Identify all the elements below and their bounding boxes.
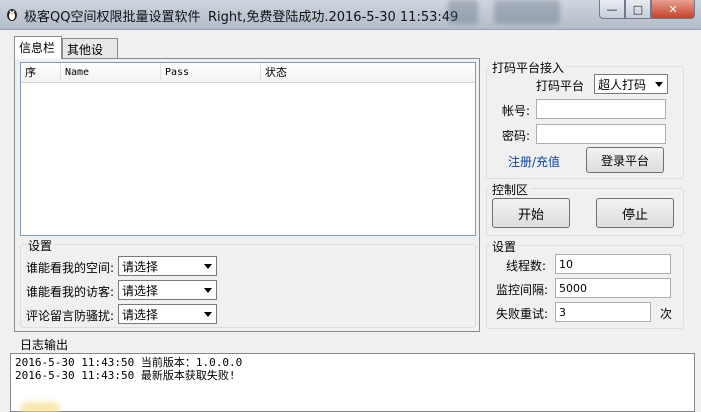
- list-header: 序 Name Pass 状态: [21, 63, 475, 83]
- interval-input[interactable]: 5000: [555, 278, 671, 298]
- chevron-down-icon: [204, 312, 212, 317]
- tab-info-label: 信息栏: [19, 41, 56, 55]
- log-output[interactable]: 2016-5-30 11:43:50 当前版本：1.0.0.0 2016-5-3…: [10, 353, 695, 412]
- privacy-label-visitors: 谁能看我的访客:: [26, 285, 115, 299]
- title-bar: 极客QQ空间权限批量设置软件 Right,免费登陆成功.2016-5-30 11…: [0, 0, 701, 30]
- blurred-overlay: [20, 402, 60, 412]
- captcha-group-title: 打码平台接入: [490, 59, 567, 76]
- blurred-taskbar-item: [494, 0, 560, 24]
- close-icon: ✕: [668, 2, 678, 16]
- comment-antispam-value: 请选择: [122, 308, 159, 322]
- start-label: 开始: [517, 207, 544, 223]
- maximize-button[interactable]: □: [625, 0, 651, 19]
- privacy-label-comments: 评论留言防骚扰:: [26, 309, 115, 323]
- retry-input[interactable]: 3: [555, 302, 651, 322]
- password-label: 密码:: [502, 129, 531, 143]
- comment-antispam-select[interactable]: 请选择: [118, 304, 217, 324]
- control-group-title: 控制区: [490, 181, 531, 198]
- chevron-down-icon: [655, 82, 663, 87]
- platform-label: 打码平台: [536, 79, 585, 93]
- privacy-label-space: 谁能看我的空间:: [26, 261, 115, 275]
- login-platform-button[interactable]: 登录平台: [586, 147, 664, 173]
- chevron-down-icon: [204, 264, 212, 269]
- login-platform-label: 登录平台: [600, 153, 649, 168]
- tab-info[interactable]: 信息栏: [14, 36, 62, 59]
- interval-label: 监控间隔:: [496, 283, 549, 297]
- log-title: 日志输出: [18, 336, 71, 353]
- column-name[interactable]: Name: [61, 63, 161, 83]
- retry-label: 失败重试:: [496, 307, 549, 321]
- visitor-visibility-select[interactable]: 请选择: [118, 280, 217, 300]
- threads-input[interactable]: 10: [555, 254, 671, 274]
- column-pass[interactable]: Pass: [161, 63, 261, 83]
- column-index[interactable]: 序: [21, 63, 61, 83]
- login-status: Right,免费登陆成功.2016-5-30 11:53:49: [208, 10, 459, 25]
- account-list[interactable]: 序 Name Pass 状态: [20, 62, 476, 236]
- minimize-button[interactable]: —: [599, 0, 625, 19]
- tab-other-settings[interactable]: 其他设置: [62, 38, 118, 74]
- stop-label: 停止: [621, 207, 648, 223]
- column-status[interactable]: 状态: [261, 63, 475, 83]
- platform-select[interactable]: 超人打码: [594, 74, 668, 94]
- account-input[interactable]: [536, 99, 666, 119]
- window-controls: — □ ✕: [599, 0, 695, 20]
- close-button[interactable]: ✕: [651, 0, 695, 19]
- penguin-icon: [7, 9, 17, 21]
- chevron-down-icon: [204, 288, 212, 293]
- start-button[interactable]: 开始: [492, 198, 570, 228]
- account-label: 帐号:: [502, 104, 531, 118]
- minimize-icon: —: [606, 2, 618, 16]
- blurred-taskbar-item: [448, 0, 478, 24]
- window-title: 极客QQ空间权限批量设置软件: [24, 10, 201, 25]
- visitor-visibility-value: 请选择: [122, 284, 159, 298]
- privacy-group-title: 设置: [26, 237, 55, 254]
- maximize-icon: □: [632, 2, 644, 16]
- log-line: 2016-5-30 11:43:50 最新版本获取失败!: [15, 369, 236, 382]
- run-settings-title: 设置: [490, 238, 519, 255]
- platform-value: 超人打码: [598, 78, 647, 92]
- register-recharge-link[interactable]: 注册/充值: [508, 153, 560, 170]
- password-input[interactable]: [536, 124, 666, 144]
- log-line: 2016-5-30 11:43:50 当前版本：1.0.0.0: [15, 356, 243, 369]
- retry-unit: 次: [660, 307, 673, 321]
- stop-button[interactable]: 停止: [596, 198, 674, 228]
- space-visibility-value: 请选择: [122, 260, 159, 274]
- threads-label: 线程数:: [506, 259, 547, 273]
- space-visibility-select[interactable]: 请选择: [118, 256, 217, 276]
